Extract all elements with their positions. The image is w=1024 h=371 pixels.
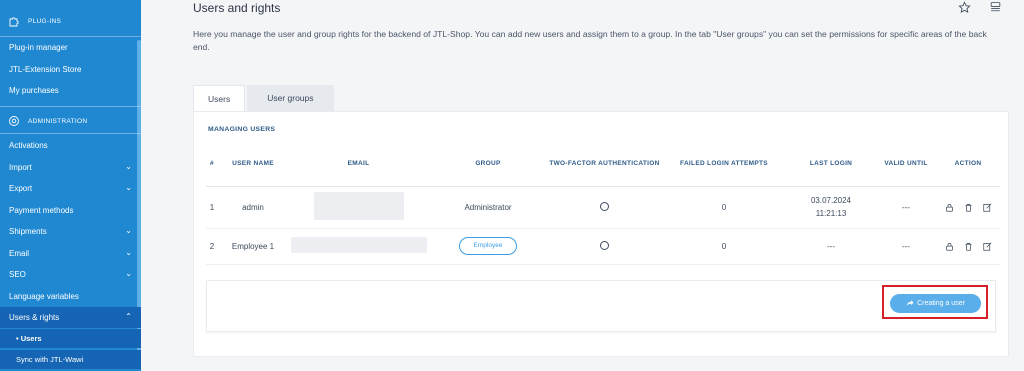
sidebar-section-administration: ADMINISTRATION	[0, 109, 141, 133]
create-user-label: Creating a user	[917, 300, 965, 307]
sidebar-item-export[interactable]: Export ⌄	[0, 178, 141, 199]
chevron-down-icon: ⌄	[125, 226, 132, 235]
sidebar-item-my-purchases[interactable]: My purchases	[0, 80, 141, 101]
column-header-email: EMAIL	[288, 154, 429, 187]
sidebar-item-label: My purchases	[9, 86, 59, 95]
column-header-number: #	[206, 154, 218, 187]
edit-icon[interactable]	[982, 202, 992, 212]
sidebar-item-plugin-manager[interactable]: Plug-in manager	[0, 37, 141, 58]
cell-valid-until: ---	[876, 186, 936, 229]
column-header-valid-until: VALID UNTIL	[876, 154, 936, 187]
panel-footer	[206, 280, 996, 332]
chevron-up-icon: ⌃	[125, 312, 132, 321]
cell-group: Employee	[429, 228, 547, 265]
sidebar-item-payment-methods[interactable]: Payment methods	[0, 200, 141, 221]
trash-icon[interactable]	[963, 241, 973, 251]
column-header-group: GROUP	[429, 154, 547, 187]
table-row: 2 Employee 1 Employee 0 --- ---	[206, 228, 1000, 265]
cell-email	[288, 186, 429, 229]
lock-icon[interactable]	[944, 202, 954, 212]
sidebar-item-users-rights[interactable]: Users & rights ⌃	[0, 307, 141, 328]
cell-number: 1	[206, 186, 218, 229]
two-factor-radio[interactable]	[600, 201, 609, 211]
sidebar-item-label: Email	[9, 249, 30, 258]
panel-title: MANAGING USERS	[208, 126, 276, 133]
chevron-down-icon: ⌄	[125, 183, 132, 192]
trash-icon[interactable]	[963, 202, 973, 212]
tab-user-groups[interactable]: User groups	[247, 85, 334, 111]
cell-actions	[936, 228, 1000, 265]
cell-actions	[936, 186, 1000, 229]
email-redacted	[290, 237, 427, 253]
cell-valid-until: ---	[876, 228, 936, 265]
cell-username: Employee 1	[218, 228, 288, 265]
sidebar-item-label: Users & rights	[9, 313, 60, 322]
cell-failed-logins: 0	[662, 228, 786, 265]
sidebar-item-shipments[interactable]: Shipments ⌄	[0, 221, 141, 242]
column-header-two-factor: TWO-FACTOR AUTHENTICATION	[547, 154, 662, 187]
sidebar-item-label: Activations	[9, 141, 48, 150]
create-user-button[interactable]: Creating a user	[890, 294, 981, 313]
edit-icon[interactable]	[982, 241, 992, 251]
sidebar-item-activations[interactable]: Activations	[0, 135, 141, 156]
menu-icon[interactable]	[989, 1, 1002, 19]
two-factor-radio[interactable]	[600, 240, 609, 250]
cell-last-login: ---	[786, 228, 876, 265]
chevron-down-icon: ⌄	[125, 269, 132, 278]
cell-failed-logins: 0	[662, 186, 786, 229]
column-header-action: ACTION	[936, 154, 1000, 187]
column-header-failed-logins: FAILED LOGIN ATTEMPTS	[662, 154, 786, 187]
star-icon[interactable]	[958, 1, 971, 19]
cell-username: admin	[218, 186, 288, 229]
chevron-down-icon: ⌄	[125, 162, 132, 171]
page-description: Here you manage the user and group right…	[193, 29, 987, 52]
sidebar-item-label: JTL-Extension Store	[9, 65, 82, 74]
users-table: # USER NAME EMAIL GROUP TWO-FACTOR AUTHE…	[206, 154, 1000, 265]
cell-number: 2	[206, 228, 218, 265]
table-header-row: # USER NAME EMAIL GROUP TWO-FACTOR AUTHE…	[206, 154, 1000, 187]
column-header-last-login: LAST LOGIN	[786, 154, 876, 187]
sidebar-item-label: Language variables	[9, 292, 79, 301]
sidebar-item-label: Sync with JTL-Wawi	[16, 355, 84, 364]
sidebar-subitem-users[interactable]: • Users	[0, 329, 141, 348]
table-row: 1 admin Administrator 0 03.07.2024 11:21…	[206, 186, 1000, 229]
cell-two-factor	[547, 228, 662, 265]
sidebar-item-label: SEO	[9, 270, 26, 279]
cell-two-factor	[547, 186, 662, 229]
cell-email	[288, 228, 429, 265]
sidebar: PLUG-INS Plug-in manager JTL-Extension S…	[0, 0, 141, 371]
tab-bar: Users User groups	[193, 85, 334, 111]
sidebar-item-label: Shipments	[9, 227, 47, 236]
sidebar-section-label: ADMINISTRATION	[28, 117, 88, 125]
sidebar-item-language-variables[interactable]: Language variables	[0, 286, 141, 307]
sidebar-item-seo[interactable]: SEO ⌄	[0, 264, 141, 285]
sidebar-item-label: Plug-in manager	[9, 43, 68, 52]
sidebar-subitem-sync-wawi[interactable]: Sync with JTL-Wawi	[0, 350, 141, 369]
gear-icon	[8, 115, 20, 127]
tab-users[interactable]: Users	[193, 85, 246, 111]
sidebar-section-label: PLUG-INS	[28, 17, 62, 25]
cell-last-login: 03.07.2024 11:21:13	[786, 186, 876, 229]
sidebar-item-import[interactable]: Import ⌄	[0, 157, 141, 178]
sidebar-item-label: Payment methods	[9, 206, 74, 215]
cell-group: Administrator	[429, 186, 547, 229]
group-button[interactable]: Employee	[458, 237, 518, 255]
sidebar-item-extension-store[interactable]: JTL-Extension Store	[0, 59, 141, 80]
sidebar-section-plugins: PLUG-INS	[0, 9, 141, 33]
sidebar-item-label: Import	[9, 163, 32, 172]
page-title: Users and rights	[193, 1, 281, 15]
sidebar-item-label: Export	[9, 184, 33, 193]
email-redacted	[313, 192, 404, 220]
sidebar-item-label: • Users	[16, 334, 42, 343]
column-header-username: USER NAME	[218, 154, 288, 187]
share-arrow-icon	[906, 299, 914, 309]
puzzle-icon	[8, 15, 20, 27]
users-panel: MANAGING USERS # USER NAME EMAIL GROUP T…	[193, 111, 1009, 357]
lock-icon[interactable]	[944, 241, 954, 251]
chevron-down-icon: ⌄	[125, 248, 132, 257]
sidebar-item-email[interactable]: Email ⌄	[0, 243, 141, 264]
